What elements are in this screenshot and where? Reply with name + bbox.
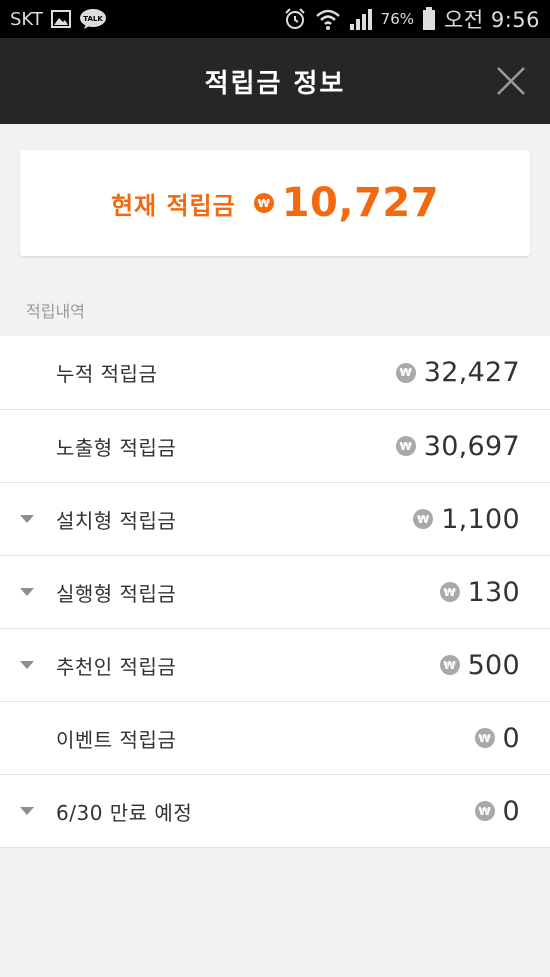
alarm-icon xyxy=(283,7,307,31)
row-value: 32,427 xyxy=(423,357,520,388)
row-label: 이벤트 적립금 xyxy=(56,727,177,752)
history-row-event: 이벤트 적립금 ₩ 0 xyxy=(0,701,550,774)
history-row-cumulative: 누적 적립금 ₩ 32,427 xyxy=(0,336,550,409)
talk-icon: TALK xyxy=(79,8,107,30)
row-amount: ₩ 1,100 xyxy=(413,504,520,535)
won-icon: ₩ xyxy=(474,728,495,748)
row-label: 누적 적립금 xyxy=(56,362,158,386)
history-row-install[interactable]: 설치형 적립금 ₩ 1,100 xyxy=(0,482,550,555)
expand-arrow-icon[interactable] xyxy=(20,661,34,669)
won-icon: ₩ xyxy=(439,655,460,675)
history-row-referral[interactable]: 추천인 적립금 ₩ 500 xyxy=(0,628,550,701)
won-icon: ₩ xyxy=(413,509,434,529)
signal-icon xyxy=(349,8,373,30)
row-label: 노출형 적립금 xyxy=(56,435,177,460)
balance-label: 현재 적립금 xyxy=(110,191,236,220)
row-amount: ₩ 32,427 xyxy=(395,357,520,388)
row-amount: ₩ 0 xyxy=(474,795,520,827)
won-icon: ₩ xyxy=(395,436,416,456)
history-row-exposure: 노출형 적립금 ₩ 30,697 xyxy=(0,409,550,482)
balance-card: 현재 적립금 ₩ 10,727 xyxy=(20,150,530,256)
history-section-label: 적립내역 xyxy=(26,302,85,321)
status-bar: SKT TALK 76% 오전 9:56 xyxy=(0,0,550,38)
balance-amount: ₩ 10,727 xyxy=(253,180,440,226)
row-value: 1,100 xyxy=(441,503,520,535)
page-title: 적립금 정보 xyxy=(204,68,346,99)
expand-arrow-icon[interactable] xyxy=(20,588,34,596)
wifi-icon xyxy=(315,7,341,31)
clock: 오전 9:56 xyxy=(444,8,540,32)
svg-text:TALK: TALK xyxy=(83,15,103,23)
row-label: 6/30 만료 예정 xyxy=(56,800,193,825)
row-label: 추천인 적립금 xyxy=(56,654,177,679)
title-bar: 적립금 정보 xyxy=(0,38,550,124)
image-icon xyxy=(50,10,71,28)
row-amount: ₩ 130 xyxy=(439,576,520,608)
expand-arrow-icon[interactable] xyxy=(20,515,34,523)
row-label: 설치형 적립금 xyxy=(56,508,177,533)
history-list: 누적 적립금 ₩ 32,427 노출형 적립금 ₩ 30,697 설치형 적립금… xyxy=(0,336,550,848)
expand-arrow-icon[interactable] xyxy=(20,807,34,815)
row-amount: ₩ 0 xyxy=(474,722,520,754)
history-row-expiring[interactable]: 6/30 만료 예정 ₩ 0 xyxy=(0,774,550,847)
row-value: 130 xyxy=(467,576,520,608)
balance-value: 10,727 xyxy=(281,180,440,226)
row-label: 실행형 적립금 xyxy=(56,581,177,606)
close-icon xyxy=(497,67,525,95)
won-icon: ₩ xyxy=(474,801,495,821)
battery-percent: 76% xyxy=(380,10,415,28)
row-value: 500 xyxy=(467,649,520,681)
row-value: 30,697 xyxy=(423,430,520,462)
row-value: 0 xyxy=(502,722,520,754)
close-button[interactable] xyxy=(494,64,528,98)
row-amount: ₩ 500 xyxy=(439,649,520,681)
history-row-execution[interactable]: 실행형 적립금 ₩ 130 xyxy=(0,555,550,628)
row-amount: ₩ 30,697 xyxy=(395,430,520,462)
battery-icon xyxy=(422,7,436,31)
won-icon: ₩ xyxy=(439,582,460,602)
row-value: 0 xyxy=(502,795,520,827)
carrier-label: SKT xyxy=(10,8,43,30)
won-icon: ₩ xyxy=(253,193,274,213)
won-icon: ₩ xyxy=(395,362,416,383)
